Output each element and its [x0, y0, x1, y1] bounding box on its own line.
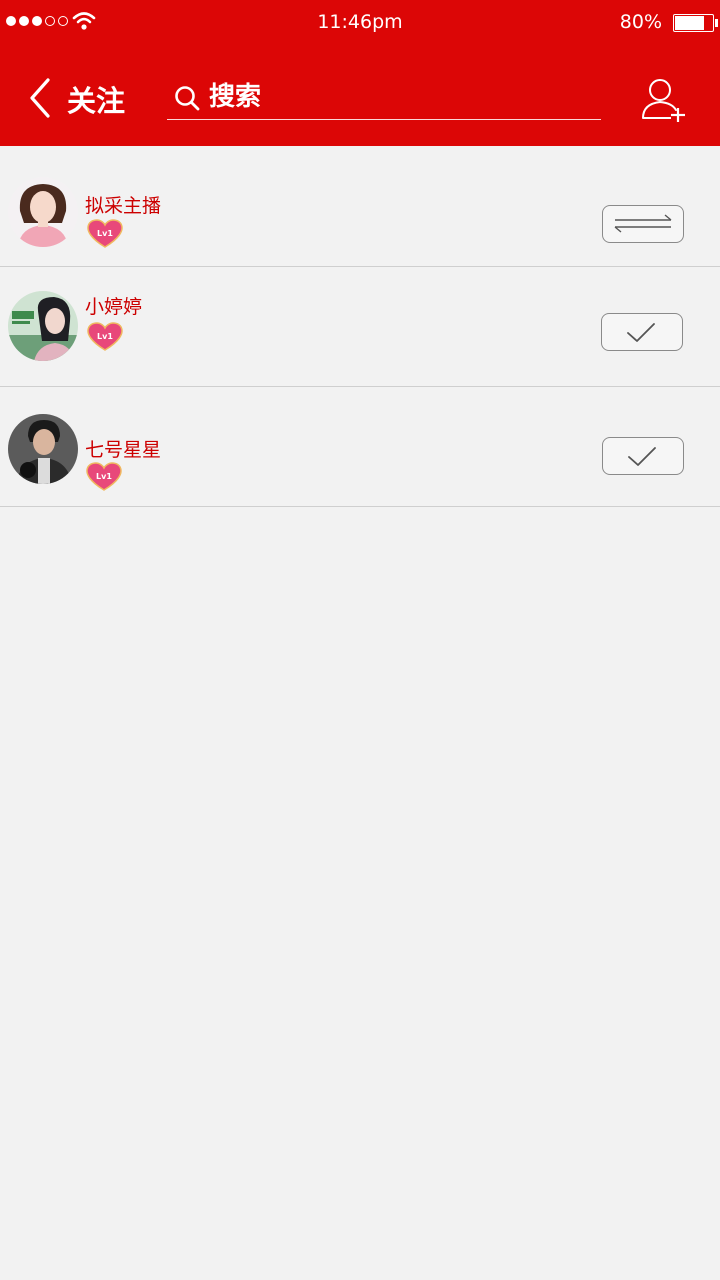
- battery-icon: [673, 14, 714, 32]
- app-header: 11:46pm 80% 关注: [0, 0, 720, 146]
- avatar[interactable]: [8, 414, 78, 484]
- back-button[interactable]: [24, 76, 60, 120]
- check-icon: [628, 447, 656, 466]
- follow-list: 拟采主播 Lv1 小婷婷 Lv1 七号星星 Lv1: [0, 146, 720, 507]
- username: 小婷婷: [85, 296, 143, 318]
- avatar[interactable]: [8, 291, 78, 361]
- search-input[interactable]: [209, 76, 589, 118]
- following-button[interactable]: [601, 313, 683, 351]
- level-text: Lv1: [96, 472, 112, 481]
- level-badge-icon: Lv1: [87, 322, 123, 351]
- level-badge-icon: Lv1: [86, 462, 122, 491]
- add-user-button[interactable]: [638, 76, 688, 124]
- avatar[interactable]: [8, 177, 78, 247]
- chevron-left-icon: [30, 78, 50, 118]
- list-item[interactable]: 七号星星 Lv1: [0, 387, 720, 507]
- list-item[interactable]: 拟采主播 Lv1: [0, 146, 720, 267]
- mutual-follow-icon: [614, 214, 672, 233]
- level-badge-icon: Lv1: [87, 219, 123, 248]
- search-bar[interactable]: [167, 74, 601, 120]
- check-icon: [627, 323, 655, 342]
- username: 七号星星: [85, 439, 162, 461]
- battery-percent: 80%: [619, 11, 662, 33]
- add-user-icon: [642, 79, 685, 122]
- username: 拟采主播: [85, 195, 162, 217]
- following-button[interactable]: [602, 437, 684, 475]
- mutual-follow-button[interactable]: [602, 205, 684, 243]
- level-text: Lv1: [97, 229, 113, 238]
- list-item[interactable]: 小婷婷 Lv1: [0, 267, 720, 387]
- battery-nub: [715, 19, 718, 27]
- level-text: Lv1: [97, 332, 113, 341]
- search-icon: [175, 86, 200, 111]
- status-time: 11:46pm: [317, 11, 403, 33]
- status-bar: 11:46pm 80%: [0, 0, 720, 46]
- page-title: 关注: [67, 84, 126, 118]
